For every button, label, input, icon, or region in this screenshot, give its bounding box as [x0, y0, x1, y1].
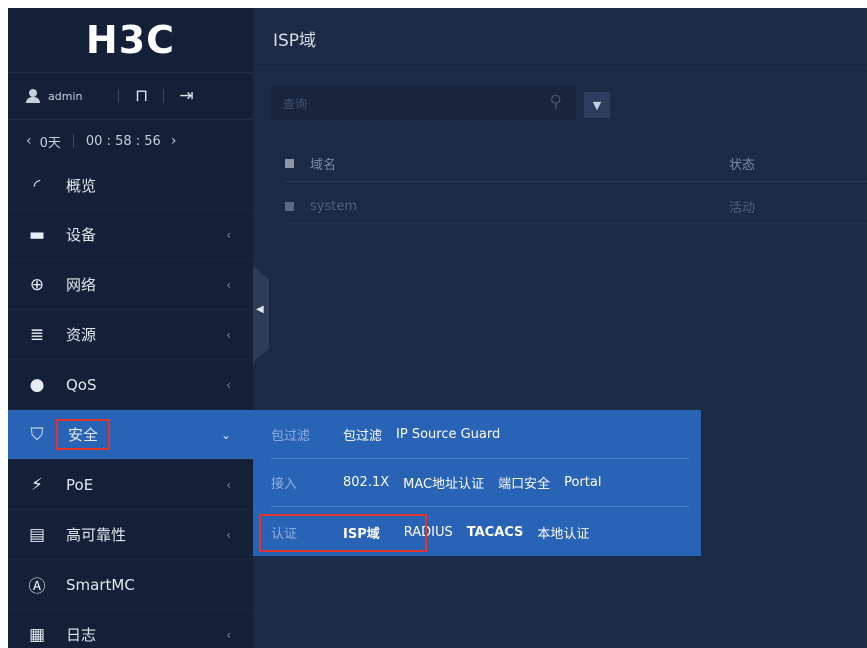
session-days: 0天 [39, 135, 61, 151]
highlight-box [259, 514, 427, 552]
sidebar-item-network[interactable]: ⊕ 网络 ‹ [8, 260, 253, 310]
search-icon[interactable]: ⚲ [550, 92, 562, 112]
sidebar-item-label: 资源 [66, 326, 97, 344]
smartmc-icon: Ⓐ [28, 577, 46, 597]
divider [271, 506, 689, 507]
dashboard-icon: ◜ [33, 175, 41, 196]
table-row[interactable]: system 活动 [285, 190, 867, 224]
qos-icon: ● [29, 374, 45, 395]
username: admin [48, 89, 83, 103]
logout-icon[interactable]: ⇥ [178, 86, 194, 106]
menu-item-8021x[interactable]: 802.1X [343, 475, 389, 490]
sidebar-item-label: PoE [66, 475, 94, 494]
user-bar: admin ⊓ ⇥ [8, 72, 253, 120]
chevron-left-icon: ‹ [226, 627, 231, 642]
caret-left-icon: ◀ [256, 304, 264, 315]
sidebar-item-log[interactable]: ▦ 日志 ‹ [8, 610, 253, 648]
menu-item-portal[interactable]: Portal [564, 475, 601, 490]
filter-icon: ▼ [592, 98, 602, 112]
poe-icon: ⚡ [31, 474, 43, 495]
sidebar: H3C admin ⊓ ⇥ ‹ 0天 00 : 58 : 56 › ◜ 概览 ▬… [8, 8, 253, 648]
filter-button[interactable]: ▼ [584, 92, 610, 118]
sidebar-item-label: SmartMC [66, 575, 135, 594]
chevron-left-icon: ‹ [226, 477, 231, 492]
menu-item-local-auth[interactable]: 本地认证 [537, 523, 589, 542]
chevron-left-icon: ‹ [226, 527, 231, 542]
divider [118, 89, 120, 103]
sidebar-item-resources[interactable]: ≣ 资源 ‹ [8, 310, 253, 360]
app-window: H3C admin ⊓ ⇥ ‹ 0天 00 : 58 : 56 › ◜ 概览 ▬… [8, 8, 867, 648]
sidebar-item-label: 高可靠性 [66, 526, 127, 544]
search-input[interactable]: 查询 ⚲ [271, 86, 576, 120]
table-header: 域名 状态 [285, 146, 867, 182]
menu-item-ip-source-guard[interactable]: IP Source Guard [396, 427, 500, 442]
sidebar-item-overview[interactable]: ◜ 概览 [8, 162, 253, 210]
row-checkbox[interactable] [285, 202, 294, 211]
log-icon: ▦ [28, 624, 46, 645]
chevron-down-icon: ⌄ [220, 427, 231, 442]
cell-domain: system [310, 199, 357, 214]
menu-item-tacacs[interactable]: TACACS [467, 525, 524, 540]
divider [163, 89, 165, 103]
chevron-left-icon: ‹ [226, 277, 231, 292]
device-icon: ▬ [28, 224, 46, 245]
session-timer: ‹ 0天 00 : 58 : 56 › [8, 120, 253, 162]
menu-group-packet-filter: 包过滤 包过滤 IP Source Guard [253, 410, 701, 458]
sidebar-item-device[interactable]: ▬ 设备 ‹ [8, 210, 253, 260]
page-title: ISP域 [273, 31, 317, 51]
sidebar-item-security[interactable]: ⛉ 安全 ⌄ [8, 410, 253, 460]
globe-icon: ⊕ [29, 274, 45, 295]
menu-item-port-security[interactable]: 端口安全 [498, 473, 550, 492]
column-header-domain[interactable]: 域名 [310, 154, 336, 173]
sidebar-item-poe[interactable]: ⚡ PoE ‹ [8, 460, 253, 510]
menu-group-access: 接入 802.1X MAC地址认证 端口安全 Portal [253, 458, 701, 506]
divider [72, 134, 74, 148]
sidebar-item-qos[interactable]: ● QoS ‹ [8, 360, 253, 410]
menu-item-mac-auth[interactable]: MAC地址认证 [403, 473, 484, 492]
sidebar-item-smartmc[interactable]: Ⓐ SmartMC [8, 560, 253, 610]
chevron-left-icon: ‹ [226, 327, 231, 342]
sidebar-item-label: 日志 [66, 626, 97, 644]
chevron-left-icon: ‹ [226, 377, 231, 392]
menu-group-label: 接入 [271, 476, 298, 492]
save-icon[interactable]: ⊓ [133, 86, 149, 106]
select-all-checkbox[interactable] [285, 159, 294, 168]
user-icon [26, 89, 40, 103]
column-header-status[interactable]: 状态 [729, 154, 755, 173]
prev-arrow-icon[interactable]: ‹ [26, 133, 32, 149]
search-placeholder: 查询 [283, 96, 308, 111]
chevron-left-icon: ‹ [226, 227, 231, 242]
menu-group-label: 包过滤 [271, 428, 311, 444]
menu-item-packet-filter[interactable]: 包过滤 [343, 425, 382, 444]
sidebar-item-reliability[interactable]: ▤ 高可靠性 ‹ [8, 510, 253, 560]
brand-logo: H3C [85, 18, 176, 62]
sidebar-item-label: 安全 [56, 419, 111, 450]
session-time: 00 : 58 : 56 [85, 133, 161, 149]
cell-status: 活动 [729, 201, 756, 216]
database-icon: ≣ [29, 324, 45, 345]
collapse-sidebar-handle[interactable]: ◀ [253, 266, 269, 362]
sidebar-item-label: 设备 [66, 226, 97, 244]
security-flyout-menu: 包过滤 包过滤 IP Source Guard 接入 802.1X MAC地址认… [253, 410, 701, 556]
reliability-icon: ▤ [28, 524, 46, 545]
sidebar-item-label: QoS [66, 375, 97, 394]
sidebar-item-label: 网络 [66, 276, 97, 294]
divider [253, 64, 867, 65]
shield-icon: ⛉ [30, 424, 44, 445]
sidebar-item-label: 概览 [66, 177, 97, 195]
next-arrow-icon[interactable]: › [171, 133, 177, 149]
